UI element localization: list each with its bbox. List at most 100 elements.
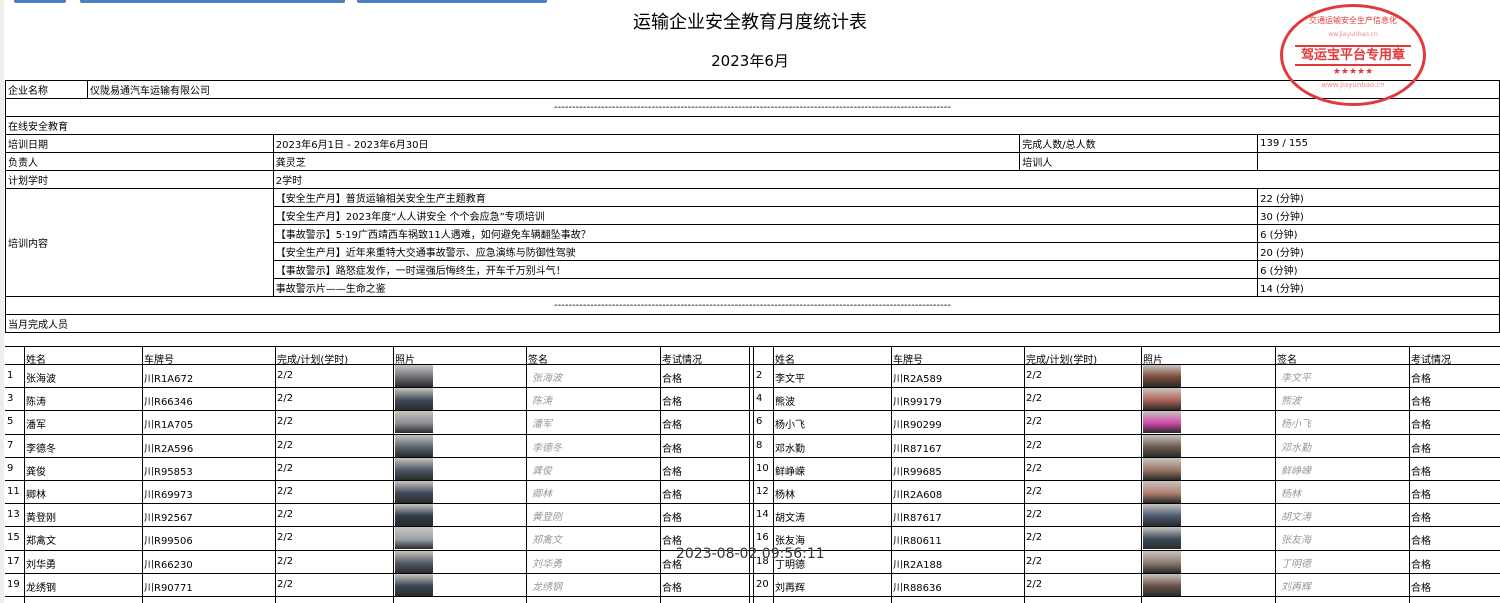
exam-result: 合格 [662,536,682,547]
person-photo [1143,504,1181,526]
plate-number: 川R2A608 [893,490,943,501]
person-name: 张友海 [775,536,805,547]
trainer-value [1257,152,1500,171]
plate-number: 川R1A672 [144,374,194,385]
exam-result: 合格 [662,467,682,478]
exam-result: 合格 [1411,420,1431,431]
person-name: 刘再辉 [775,583,805,594]
study-progress: 2/2 [1026,532,1043,543]
person-photo [1143,435,1181,457]
course-title: 【事故警示】5·19广西靖西车祸致11人遇难，如何避免车辆翻坠事故？ [272,224,1259,243]
plate-number: 川R99506 [144,536,193,547]
plate-number: 川R2A188 [893,560,943,571]
signature: 李德冬 [532,443,562,454]
column-line [660,346,661,603]
study-progress: 2/2 [1026,486,1043,497]
report-period: 2023年6月 [711,52,789,70]
plate-number: 川R2A589 [893,374,943,385]
hours-row: 计划学时 2学时 [5,170,1500,189]
person-name: 黄登刚 [26,513,56,524]
exam-result: 合格 [1411,444,1431,455]
exam-result: 合格 [1411,397,1431,408]
seal-stars: ★★★★★ [1332,67,1374,77]
completion-value: 139 / 155 [1257,134,1500,153]
completion-label: 完成人数/总人数 [1019,134,1259,153]
person-name: 邓水勤 [775,444,805,455]
study-progress: 2/2 [277,370,294,381]
study-progress: 2/2 [277,486,294,497]
plate-number: 川R69973 [144,490,193,501]
row-number: 17 [7,556,20,567]
person-name: 李德冬 [26,444,56,455]
plate-number: 川R90771 [144,583,193,594]
course-duration: 20 (分钟) [1257,242,1500,261]
exam-result: 合格 [662,420,682,431]
row-number: 15 [7,532,20,543]
course-duration: 30 (分钟) [1257,206,1500,225]
column-line [526,346,527,603]
course-title: 【安全生产月】普货运输相关安全生产主题教育 [272,188,1259,207]
top-tab-1[interactable] [14,0,66,3]
trainer-label: 培训人 [1019,152,1259,171]
column-line [1409,346,1410,603]
signature: 潘军 [532,419,552,430]
column-line [24,346,25,603]
row-number: 7 [7,440,14,451]
person-name: 卿林 [26,490,46,501]
row-number: 3 [7,393,14,404]
person-name: 潘军 [26,420,46,431]
study-progress: 2/2 [1026,393,1043,404]
seal-url-bottom: www.jiayunbao.cn [1321,81,1385,89]
person-photo [395,411,433,433]
study-progress: 2/2 [277,416,294,427]
person-photo [1143,411,1181,433]
course-title: 事故警示片——生命之鉴 [272,278,1259,297]
row-number: 5 [7,416,14,427]
study-progress: 2/2 [1026,579,1043,590]
plate-number: 川R87617 [893,513,942,524]
course-title: 【安全生产月】近年来重特大交通事故警示、应急演练与防御性驾驶 [272,242,1259,261]
column-line [753,346,754,603]
study-progress: 2/2 [277,579,294,590]
course-duration: 6 (分钟) [1257,224,1500,243]
exam-result: 合格 [1411,583,1431,594]
exam-result: 合格 [662,513,682,524]
study-progress: 2/2 [277,532,294,543]
lead-value: 龚灵芝 [272,152,1021,171]
exam-result: 合格 [1411,490,1431,501]
person-name: 龙绣钢 [26,583,56,594]
person-photo [1143,365,1181,387]
signature: 龚俊 [532,466,552,477]
signature: 李文平 [1281,373,1311,384]
person-photo [395,574,433,596]
course-title: 【事故警示】路怒症发作，一时逞强后悔终生，开车千万别斗气！ [272,260,1259,279]
column-line [749,346,750,603]
plate-number: 川R1A705 [144,420,194,431]
study-progress: 2/2 [1026,556,1043,567]
person-photo [1143,481,1181,503]
study-progress: 2/2 [1026,509,1043,520]
exam-result: 合格 [1411,536,1431,547]
top-tab-3[interactable] [357,0,547,3]
hours-value: 2学时 [272,170,1500,189]
top-tab-2[interactable] [80,0,345,3]
plate-number: 川R99685 [893,467,942,478]
column-line [1275,346,1276,603]
person-name: 鲜峥嵘 [775,467,805,478]
signature: 黄登刚 [532,512,562,523]
seal-url-top: ww.jiayunbao.cn [1328,31,1378,38]
completed-section-label: 当月完成人员 [5,314,1500,333]
exam-result: 合格 [662,374,682,385]
date-row: 培训日期 2023年6月1日 - 2023年6月30日 完成人数/总人数 139… [5,134,1500,153]
study-progress: 2/2 [1026,463,1043,474]
seal-main-text: 驾运宝平台专用章 [1295,45,1411,66]
training-date-value: 2023年6月1日 - 2023年6月30日 [272,134,1021,153]
row-number: 19 [7,579,20,590]
course-duration: 6 (分钟) [1257,260,1500,279]
study-progress: 2/2 [277,556,294,567]
row-number: 10 [756,463,769,474]
row-number: 8 [756,440,763,451]
plate-number: 川R95853 [144,467,193,478]
column-line [1024,346,1025,603]
plate-number: 川R66346 [144,397,193,408]
